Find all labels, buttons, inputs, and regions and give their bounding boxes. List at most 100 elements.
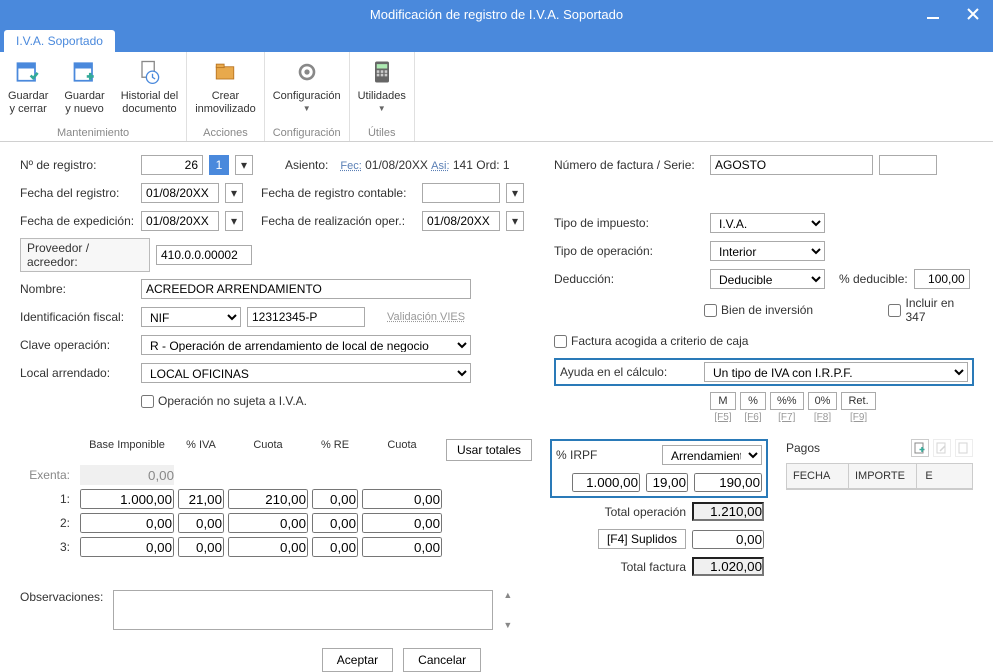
asiento-fec-link[interactable]: Fec: [340, 160, 361, 172]
irpf-importe-input[interactable] [694, 473, 762, 492]
utilidades-button[interactable]: Utilidades ▼ [350, 52, 414, 125]
r3-pre[interactable] [312, 537, 358, 557]
fecha-exped-input[interactable] [141, 211, 219, 231]
close-button[interactable] [953, 0, 993, 28]
save-new-button[interactable]: Guardar y nuevo [56, 52, 112, 125]
edit-pago-icon[interactable] [933, 439, 951, 457]
r2-piva[interactable] [178, 513, 224, 533]
local-select[interactable]: LOCAL OFICINAS [141, 363, 471, 383]
fecha-registro-label: Fecha del registro: [20, 186, 135, 200]
ayuda-select[interactable]: Un tipo de IVA con I.R.P.F. [704, 362, 968, 382]
fecha-exped-picker[interactable]: ▾ [225, 211, 243, 231]
tab-iva-soportado[interactable]: I.V.A. Soportado [4, 30, 115, 52]
nregistro-sub-input[interactable] [209, 155, 229, 175]
suplidos-input[interactable] [692, 530, 764, 549]
nombre-input[interactable] [141, 279, 471, 299]
pct-deducible-input[interactable] [914, 269, 970, 289]
ayuda-label: Ayuda en el cálculo: [560, 365, 698, 379]
aceptar-button[interactable]: Aceptar [322, 648, 393, 672]
col-piva-header: % IVA [178, 439, 224, 461]
r2-cuota[interactable] [228, 513, 308, 533]
fecha-exped-label: Fecha de expedición: [20, 214, 135, 228]
clave-select[interactable]: R - Operación de arrendamiento de local … [141, 335, 471, 355]
incluir-347-checkbox[interactable] [888, 304, 901, 317]
save-close-button[interactable]: Guardar y cerrar [0, 52, 56, 125]
no-sujeta-checkbox[interactable] [141, 395, 154, 408]
criterio-caja-label: Factura acogida a criterio de caja [571, 334, 748, 348]
key-pctpct-button[interactable]: %% [770, 392, 804, 410]
fecha-oper-label: Fecha de realización oper.: [261, 214, 416, 228]
fecha-contable-input[interactable] [422, 183, 500, 203]
fecha-registro-input[interactable] [141, 183, 219, 203]
pct-deducible-label: % deducible: [839, 272, 908, 286]
minimize-button[interactable] [913, 0, 953, 28]
nregistro-input[interactable] [141, 155, 203, 175]
chevron-down-icon: ▼ [303, 104, 311, 113]
pagos-col-e[interactable]: E [917, 464, 941, 488]
add-pago-icon[interactable] [911, 439, 929, 457]
total-fac-label: Total factura [621, 560, 686, 574]
asiento-label: Asiento: [285, 158, 328, 172]
tipo-imp-select[interactable]: I.V.A. [710, 213, 825, 233]
nfactura-input[interactable] [710, 155, 873, 175]
irpf-base-input[interactable] [572, 473, 640, 492]
deduccion-select[interactable]: Deducible [710, 269, 825, 289]
proveedor-input[interactable] [156, 245, 252, 265]
delete-pago-icon[interactable] [955, 439, 973, 457]
r3-base[interactable] [80, 537, 174, 557]
history-button[interactable]: Historial del documento [113, 52, 186, 125]
key-0-button[interactable]: 0% [808, 392, 838, 410]
pagos-col-fecha[interactable]: FECHA [787, 464, 849, 488]
proveedor-button[interactable]: Proveedor / acreedor: [20, 238, 150, 272]
nfactura-serie-input[interactable] [879, 155, 937, 175]
r3-cuota[interactable] [228, 537, 308, 557]
pagos-col-importe[interactable]: IMPORTE [849, 464, 917, 488]
r1-base[interactable] [80, 489, 174, 509]
nfactura-label: Número de factura / Serie: [554, 158, 704, 172]
nombre-label: Nombre: [20, 282, 135, 296]
usar-totales-button[interactable]: Usar totales [446, 439, 532, 461]
key-ret-button[interactable]: Ret. [841, 392, 875, 410]
r2-cre[interactable] [362, 513, 442, 533]
bien-inversion-checkbox[interactable] [704, 304, 717, 317]
r1-cuota[interactable] [228, 489, 308, 509]
window-title: Modificación de registro de I.V.A. Sopor… [370, 7, 623, 22]
criterio-caja-checkbox[interactable] [554, 335, 567, 348]
fecha-oper-input[interactable] [422, 211, 500, 231]
suplidos-button[interactable]: [F4] Suplidos [598, 529, 686, 549]
nregistro-dropdown[interactable]: ▾ [235, 155, 253, 175]
idnum-input[interactable] [247, 307, 365, 327]
tipo-op-select[interactable]: Interior [710, 241, 825, 261]
local-label: Local arrendado: [20, 366, 135, 380]
irpf-pct-input[interactable] [646, 473, 688, 492]
idtipo-select[interactable]: NIF [141, 307, 241, 327]
key-m-button[interactable]: M [710, 392, 736, 410]
r3-piva[interactable] [178, 537, 224, 557]
observaciones-scroll[interactable]: ▲▼ [503, 590, 512, 630]
r3-cre[interactable] [362, 537, 442, 557]
irpf-tipo-select[interactable]: Arrendamient [662, 445, 762, 465]
pagos-table: FECHA IMPORTE E [786, 463, 973, 490]
row2-label: 2: [20, 516, 76, 530]
configuracion-button[interactable]: Configuración ▼ [265, 52, 349, 125]
crear-inmovilizado-button[interactable]: Crear inmovilizado [187, 52, 264, 125]
crear-inmov-icon [209, 56, 241, 88]
vies-link[interactable]: Validación VIES [387, 311, 465, 323]
r1-pre[interactable] [312, 489, 358, 509]
group-acciones-label: Acciones [187, 125, 264, 141]
r2-pre[interactable] [312, 513, 358, 533]
r2-base[interactable] [80, 513, 174, 533]
fecha-registro-picker[interactable]: ▾ [225, 183, 243, 203]
key-pct-button[interactable]: % [740, 392, 766, 410]
row1-label: 1: [20, 492, 76, 506]
fecha-oper-picker[interactable]: ▾ [506, 211, 524, 231]
bien-inversion-label: Bien de inversión [721, 303, 813, 317]
r1-piva[interactable] [178, 489, 224, 509]
fecha-contable-picker[interactable]: ▾ [506, 183, 524, 203]
nregistro-label: Nº de registro: [20, 158, 135, 172]
save-close-label: Guardar y cerrar [8, 90, 48, 116]
cancelar-button[interactable]: Cancelar [403, 648, 481, 672]
asiento-asi-link[interactable]: Asi: [431, 160, 449, 172]
r1-cre[interactable] [362, 489, 442, 509]
observaciones-input[interactable] [113, 590, 493, 630]
